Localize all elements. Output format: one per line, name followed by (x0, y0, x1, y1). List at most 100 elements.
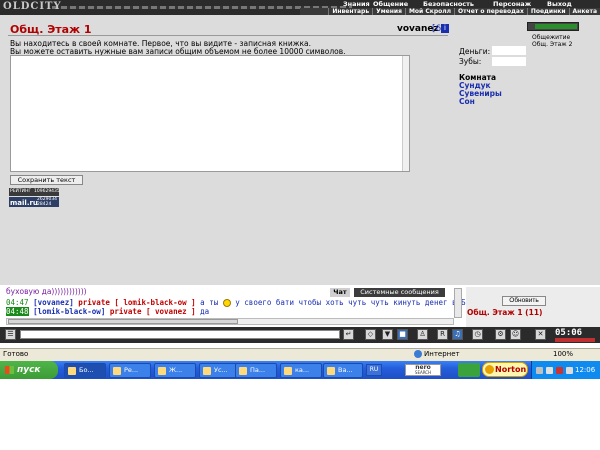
menu-transfers-report[interactable]: Отчет о переводах (454, 8, 527, 15)
taskbar-item-label: Ва... (338, 366, 353, 374)
chat-previous-line: буховую да)))))))))))) (6, 287, 87, 296)
tray-icon[interactable] (556, 367, 563, 374)
norton-icon (485, 365, 494, 374)
nero-sublabel: SEARCH (414, 370, 432, 375)
money-label: Деньги: (459, 47, 491, 56)
walk-icon[interactable]: ♙ (417, 329, 428, 340)
quick-launch-arrow-icon[interactable] (458, 363, 480, 377)
room-title: Общ. Этаж 1 (10, 23, 92, 36)
taskbar-item-label: Ре... (124, 366, 139, 374)
filter-icon[interactable]: ▼ (382, 329, 393, 340)
menu-profile[interactable]: Анкета (568, 8, 600, 15)
online-list-title: Общ. Этаж 1 (11) (467, 308, 543, 317)
smiley-icon (222, 299, 231, 307)
taskbar-item-label: Па... (250, 366, 266, 374)
taskbar-item[interactable]: Ва... (323, 363, 363, 378)
tray-icon[interactable] (546, 367, 553, 374)
health-bar (535, 24, 577, 29)
send-icon[interactable]: ↵ (343, 329, 354, 340)
menu-skills[interactable]: Умения (372, 8, 405, 15)
menu-inventory[interactable]: Инвентарь (328, 8, 372, 15)
language-indicator[interactable]: RU (366, 364, 382, 376)
chat-text: а ты (200, 298, 219, 307)
windows-logo-icon (5, 366, 14, 374)
menu-communication[interactable]: Общение (373, 0, 408, 8)
taskbar-item[interactable]: Па... (235, 363, 277, 378)
location-dormitory[interactable]: Общежитие (532, 34, 570, 41)
taskbar-item[interactable]: Ж... (154, 363, 196, 378)
mail-logo: mail.ru (10, 199, 38, 207)
menu-my-scroll[interactable]: Мой Скролл (404, 8, 454, 15)
taskbar-item-label: Ж... (169, 366, 183, 374)
globe-icon (414, 350, 422, 358)
menu-duels[interactable]: Поединки (526, 8, 569, 15)
browser-status-bar (0, 348, 600, 361)
menu-exit[interactable]: Выход (547, 0, 572, 8)
chat-message: 04:47 [vovanez] private [ lomik-black-ow… (6, 298, 470, 307)
taskbar-item[interactable]: Бо... (64, 363, 106, 378)
chat-sender-name: vovanez (37, 298, 70, 307)
taskbar-item[interactable]: Ре... (109, 363, 151, 378)
tray-icon[interactable] (536, 367, 543, 374)
tab-chat[interactable]: Чат (330, 288, 350, 297)
money-value (492, 46, 526, 55)
chat-private-target[interactable]: private [ vovanez ] (110, 307, 196, 316)
window-icon (284, 367, 292, 375)
menu-knowledge[interactable]: Знания (343, 0, 370, 8)
system-clock: 12:06 (575, 366, 596, 374)
window-icon (158, 367, 166, 375)
chat-mode-icon[interactable]: ☰ (5, 329, 16, 340)
location-floor-2[interactable]: Общ. Этаж 2 (532, 41, 572, 48)
notepad-textarea[interactable] (10, 55, 410, 172)
window-icon (68, 367, 76, 375)
chat-vertical-scrollbar[interactable] (454, 288, 462, 318)
secondary-menu: Инвентарь Умения Мой Скролл Отчет о пере… (300, 8, 600, 15)
save-text-button[interactable]: Сохранить текст (10, 175, 83, 185)
teeth-label: Зубы: (459, 57, 482, 66)
taskbar-item-label: Бо... (79, 366, 94, 374)
chat-time: 04:47 (6, 298, 29, 307)
eraser-icon[interactable]: ◇ (365, 329, 376, 340)
volume-icon[interactable] (566, 367, 573, 374)
settings-icon[interactable]: ⚙ (495, 329, 506, 340)
chat-text-continued: у своего бати чтобы хоть чуть чуть кинут… (235, 298, 471, 307)
chat-message: 04:48 [lomik-black-ow] private [ vovanez… (6, 307, 209, 316)
rating-counter-value: 109629435 (34, 189, 60, 194)
chat-input[interactable] (20, 330, 340, 339)
taskbar-item-label: Ус... (214, 366, 228, 374)
window-icon (327, 367, 335, 375)
mail-counter[interactable]: mail.ru 2629034 28424 (9, 197, 59, 207)
chat-sender-name: lomik-black-ow (37, 307, 101, 316)
save-log-icon[interactable]: ■ (397, 329, 408, 340)
close-chat-icon[interactable]: ✕ (535, 329, 546, 340)
refresh-button[interactable]: Обновить (502, 296, 546, 306)
translit-icon[interactable]: R (437, 329, 448, 340)
chat-time: 04:48 (6, 307, 29, 316)
nero-search-box[interactable]: nero SEARCH (405, 364, 441, 376)
window-icon (113, 367, 121, 375)
tab-system-messages[interactable]: Системные сообщения (354, 288, 445, 297)
menu-character[interactable]: Персонаж (493, 0, 531, 8)
chat-text: да (200, 307, 210, 316)
game-clock: 05:06 (555, 328, 583, 338)
clock-indicator (555, 338, 595, 342)
info-icon[interactable]: i (441, 24, 449, 33)
timer-icon[interactable]: ◷ (472, 329, 483, 340)
menu-security[interactable]: Безопасность (423, 0, 474, 8)
chat-sender[interactable]: [vovanez] (33, 298, 74, 307)
rating-counter-label: РЕЙТИНГ (10, 189, 32, 194)
chat-sender[interactable]: [lomik-black-ow] (33, 307, 105, 316)
online-panel (466, 287, 600, 327)
smiley-menu-icon[interactable]: ☺ (510, 329, 521, 340)
room-link-sleep[interactable]: Сон (459, 97, 475, 106)
zoom-level[interactable]: 100% (553, 350, 573, 358)
notepad-scrollbar[interactable] (402, 56, 409, 171)
music-icon[interactable]: ♫ (452, 329, 463, 340)
chat-private-target[interactable]: private [ lomik-black-ow ] (78, 298, 195, 307)
mail-counter-value-2: 28424 (37, 202, 52, 207)
rating-counter[interactable]: РЕЙТИНГ 109629435 (9, 188, 60, 196)
folder-icon (239, 367, 247, 375)
chat-scroll-thumb[interactable] (8, 319, 238, 324)
security-zone[interactable]: Интернет (424, 350, 460, 358)
taskbar-item[interactable]: ка... (280, 363, 322, 378)
